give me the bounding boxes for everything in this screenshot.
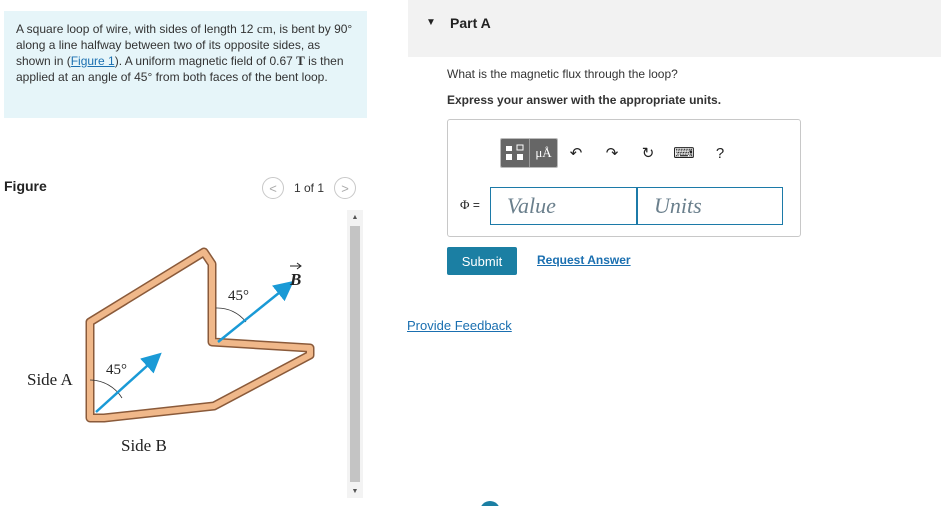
partial-next-element — [480, 501, 500, 506]
problem-text-3: ). A uniform magnetic field of 0.67 — [114, 54, 297, 68]
scroll-down-icon[interactable]: ▼ — [347, 484, 363, 498]
figure-pager: < 1 of 1 > — [262, 177, 357, 199]
angle-arc-2 — [215, 307, 247, 323]
prev-figure-button[interactable]: < — [262, 177, 284, 199]
undo-icon[interactable]: ↶ — [558, 139, 594, 167]
field-unit: T — [296, 53, 305, 68]
redo-icon[interactable]: ↷ — [594, 139, 630, 167]
part-a-header[interactable]: ▼ Part A — [408, 0, 941, 57]
collapse-triangle-icon[interactable]: ▼ — [426, 17, 436, 28]
wire-loop — [85, 247, 315, 423]
instruction-text: Express your answer with the appropriate… — [447, 93, 722, 107]
length-unit: cm — [256, 21, 273, 36]
units-button[interactable]: μÅ — [529, 139, 557, 167]
keyboard-icon[interactable]: ⌨ — [666, 139, 702, 167]
value-input[interactable]: Value — [490, 187, 637, 225]
scroll-thumb[interactable] — [350, 226, 360, 482]
answer-label: Φ = — [460, 197, 480, 213]
angle-arc-1 — [89, 379, 123, 399]
next-figure-button[interactable]: > — [334, 177, 357, 199]
side-b-label: Side B — [121, 436, 167, 455]
scroll-up-icon[interactable]: ▲ — [347, 210, 363, 224]
equals-sign: = — [469, 198, 480, 212]
templates-button[interactable] — [501, 139, 529, 167]
bent-loop-diagram — [85, 247, 315, 423]
answer-box: μÅ ↶ ↷ ↻ ⌨ ? Φ = Value Units — [447, 119, 801, 237]
figure-link[interactable]: Figure 1 — [71, 54, 115, 68]
question-text: What is the magnetic flux through the lo… — [447, 67, 678, 81]
figure-scrollbar[interactable]: ▲ ▼ — [347, 210, 363, 498]
templates-icon — [506, 144, 524, 160]
math-toolbar: μÅ ↶ ↷ ↻ ⌨ ? — [500, 138, 738, 168]
figure-title: Figure — [4, 178, 47, 194]
figure-count: 1 of 1 — [294, 181, 325, 195]
submit-button[interactable]: Submit — [447, 247, 517, 275]
reset-icon[interactable]: ↻ — [630, 139, 666, 167]
problem-text-1: A square loop of wire, with sides of len… — [16, 22, 257, 36]
provide-feedback-link[interactable]: Provide Feedback — [407, 318, 512, 333]
angle-label-1: 45° — [106, 362, 127, 378]
request-answer-link[interactable]: Request Answer — [537, 253, 631, 267]
template-group: μÅ — [500, 138, 558, 168]
part-title: Part A — [450, 15, 491, 31]
side-a-label: Side A — [27, 370, 73, 389]
figure-image: Side A Side B 45° 45° B — [4, 210, 344, 500]
angle-label-2: 45° — [228, 288, 249, 304]
units-input[interactable]: Units — [637, 187, 783, 225]
problem-statement: A square loop of wire, with sides of len… — [4, 11, 367, 118]
phi-symbol: Φ — [460, 197, 470, 212]
field-label: B — [290, 270, 302, 289]
help-icon[interactable]: ? — [702, 139, 738, 167]
